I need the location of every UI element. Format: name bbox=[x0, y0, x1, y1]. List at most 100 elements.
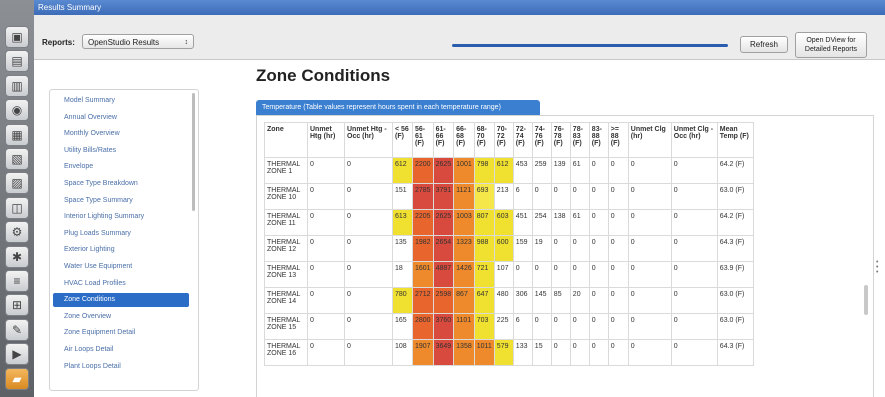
table-cell: 151 bbox=[392, 183, 413, 210]
ruby-script-icon[interactable]: ✎ bbox=[5, 318, 29, 341]
column-header: 61-66 (F) bbox=[432, 122, 455, 158]
table-cell: 0 bbox=[627, 235, 672, 262]
column-header: Unmet Htg (hr) bbox=[307, 122, 345, 158]
table-cell: 135 bbox=[392, 235, 413, 262]
column-header: < 56 (F) bbox=[392, 122, 413, 158]
sidebar-item[interactable]: Annual Overview bbox=[53, 111, 189, 125]
sidebar-item[interactable]: Plug Loads Summary bbox=[53, 227, 189, 241]
open-dview-button[interactable]: Open DView for Detailed Reports bbox=[795, 32, 867, 58]
table-cell: 107 bbox=[493, 261, 514, 288]
table-cell: 0 bbox=[307, 157, 345, 184]
table-cell: 3791 bbox=[432, 183, 455, 210]
table-cell: 600 bbox=[493, 235, 514, 262]
table-row: THERMAL ZONE 11 0 0 613 2205 2625 1003 807 603 45… bbox=[264, 209, 754, 236]
table-cell: 0 bbox=[531, 183, 552, 210]
table-cell: 225 bbox=[493, 313, 514, 340]
sidebar-item[interactable]: Utility Bills/Rates bbox=[53, 144, 189, 158]
table-cell: 612 bbox=[392, 157, 413, 184]
thermal-zones-icon[interactable]: ◫ bbox=[5, 196, 29, 219]
sidebar-item[interactable]: Air Loops Detail bbox=[53, 343, 189, 357]
sidebar-item[interactable]: Model Summary bbox=[53, 94, 189, 108]
table-header-row: Zone Unmet Htg (hr) Unmet Htg - Occ (hr) < … bbox=[264, 122, 754, 158]
sidebar-item[interactable]: Plant Loops Detail bbox=[53, 360, 189, 374]
simulation-settings-icon[interactable]: ⊞ bbox=[5, 294, 29, 317]
sidebar-item[interactable]: Space Type Summary bbox=[53, 194, 189, 208]
sidebar-item[interactable]: Interior Lighting Summary bbox=[53, 210, 189, 224]
table-cell: 0 bbox=[588, 313, 609, 340]
table-cell: 64.3 (F) bbox=[716, 235, 754, 262]
sidebar-item[interactable]: Zone Conditions bbox=[53, 293, 189, 308]
table-cell: 703 bbox=[473, 313, 495, 340]
table-cell: 306 bbox=[512, 287, 533, 314]
table-cell: 1323 bbox=[453, 235, 475, 262]
column-header: Zone bbox=[264, 122, 308, 158]
building-icon[interactable]: ▣ bbox=[5, 26, 29, 48]
constructions-icon[interactable]: ▥ bbox=[5, 74, 29, 97]
table-cell: 61 bbox=[569, 157, 590, 184]
resize-handle-icon[interactable]: • • • bbox=[876, 259, 879, 276]
refresh-button[interactable]: Refresh bbox=[740, 36, 788, 53]
dview-label-line-1: Open DView for bbox=[806, 37, 856, 44]
table-cell: 15 bbox=[531, 339, 552, 366]
table-cell: 0 bbox=[607, 261, 629, 288]
table-cell: 2625 bbox=[432, 157, 455, 184]
hvac-icon[interactable]: ⚙ bbox=[5, 221, 29, 244]
page-title: Zone Conditions bbox=[256, 66, 391, 85]
column-header: 68-70 (F) bbox=[473, 122, 495, 158]
temperature-tab[interactable]: Temperature (Table values represent hour… bbox=[256, 100, 540, 115]
sidebar-item[interactable]: Monthly Overview bbox=[53, 127, 189, 141]
space-types-icon[interactable]: ▦ bbox=[5, 123, 29, 146]
table-cell: 0 bbox=[307, 261, 345, 288]
table-cell: 64.3 (F) bbox=[716, 339, 754, 366]
sidebar-item[interactable]: Envelope bbox=[53, 160, 189, 174]
column-header: 78-83 (F) bbox=[569, 122, 590, 158]
facility-icon[interactable]: ▧ bbox=[5, 148, 29, 170]
sidebar-item[interactable]: Zone Equipment Detail bbox=[53, 326, 189, 340]
reports-select[interactable]: OpenStudio Results ↕ bbox=[82, 34, 194, 49]
results-icon[interactable]: ▰ bbox=[5, 367, 29, 390]
table-cell: 254 bbox=[531, 209, 552, 236]
loads-icon[interactable]: ◉ bbox=[5, 99, 29, 122]
run-icon[interactable]: ▶ bbox=[5, 343, 29, 366]
progress-bar bbox=[452, 44, 728, 47]
table-cell: 0 bbox=[569, 235, 590, 262]
table-cell: 693 bbox=[473, 183, 495, 210]
table-cell: 2598 bbox=[432, 287, 455, 314]
table-cell: 0 bbox=[550, 261, 571, 288]
table-cell: 0 bbox=[344, 287, 393, 314]
refrigeration-icon[interactable]: ✱ bbox=[5, 245, 29, 268]
sidebar-item[interactable]: Exterior Lighting bbox=[53, 243, 189, 257]
zone-name-cell: THERMAL ZONE 13 bbox=[264, 261, 308, 288]
reports-label: Reports: bbox=[42, 38, 75, 47]
table-cell: 1982 bbox=[412, 235, 434, 262]
table-cell: 0 bbox=[607, 235, 629, 262]
table-cell: 0 bbox=[670, 339, 718, 366]
table-cell: 647 bbox=[473, 287, 495, 314]
content-scrollbar[interactable] bbox=[864, 285, 868, 315]
sidebar-item[interactable]: Zone Overview bbox=[53, 310, 189, 324]
table-cell: 2785 bbox=[412, 183, 434, 210]
zone-conditions-table-container: Zone Unmet Htg (hr) Unmet Htg - Occ (hr) < … bbox=[256, 115, 874, 397]
table-cell: 780 bbox=[392, 287, 413, 314]
column-header: 76-78 (F) bbox=[550, 122, 571, 158]
sidebar-scrollbar[interactable] bbox=[192, 93, 195, 211]
table-cell: 0 bbox=[627, 183, 672, 210]
column-header: 66-68 (F) bbox=[453, 122, 475, 158]
table-cell: 0 bbox=[550, 235, 571, 262]
variables-icon[interactable]: ≡ bbox=[5, 270, 29, 292]
table-cell: 0 bbox=[588, 183, 609, 210]
table-cell: 0 bbox=[588, 339, 609, 366]
table-cell: 0 bbox=[512, 261, 533, 288]
table-cell: 1601 bbox=[412, 261, 434, 288]
table-cell: 0 bbox=[670, 209, 718, 236]
spaces-icon[interactable]: ▨ bbox=[5, 172, 29, 195]
table-cell: 0 bbox=[307, 209, 345, 236]
table-cell: 259 bbox=[531, 157, 552, 184]
sidebar-item[interactable]: Water Use Equipment bbox=[53, 260, 189, 274]
schedule-icon[interactable]: ▤ bbox=[5, 50, 29, 73]
zone-name-cell: THERMAL ZONE 14 bbox=[264, 287, 308, 314]
table-cell: 0 bbox=[550, 313, 571, 340]
sidebar-item[interactable]: Space Type Breakdown bbox=[53, 177, 189, 191]
table-cell: 1001 bbox=[453, 157, 475, 184]
sidebar-item[interactable]: HVAC Load Profiles bbox=[53, 277, 189, 291]
